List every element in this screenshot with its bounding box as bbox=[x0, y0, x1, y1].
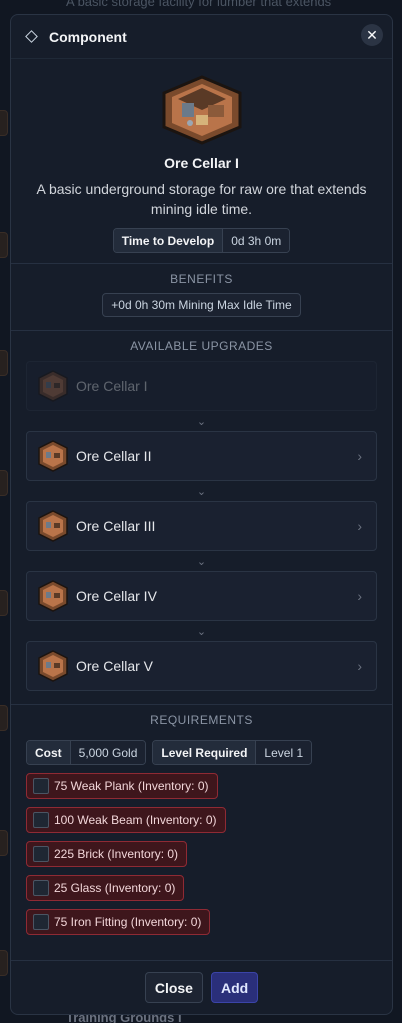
upgrade-item-ore-cellar-ii[interactable]: Ore Cellar II › bbox=[26, 431, 377, 481]
upgrade-item-ore-cellar-i: Ore Cellar I bbox=[26, 361, 377, 411]
chevron-down-icon: ⌄ bbox=[196, 485, 207, 498]
chevron-down-icon: ⌄ bbox=[196, 555, 207, 568]
ore-cellar-icon bbox=[38, 440, 68, 472]
background-building-icon bbox=[0, 110, 8, 136]
component-modal: Component ✕ Ore Cellar I A basic undergr… bbox=[10, 14, 393, 1015]
diamond-icon bbox=[25, 30, 38, 43]
chevron-down-icon: ⌄ bbox=[196, 415, 207, 428]
add-button[interactable]: Add bbox=[210, 972, 259, 1003]
material-text: 25 Glass (Inventory: 0) bbox=[54, 881, 176, 895]
upgrade-label: Ore Cellar IV bbox=[76, 588, 157, 604]
ore-cellar-icon bbox=[38, 580, 68, 612]
background-building-icon bbox=[0, 705, 8, 731]
material-requirement: 225 Brick (Inventory: 0) bbox=[26, 841, 188, 867]
close-button[interactable]: Close bbox=[144, 972, 203, 1003]
background-building-icon bbox=[0, 470, 8, 496]
modal-footer: Close Add bbox=[11, 960, 392, 1014]
material-requirement: 75 Weak Plank (Inventory: 0) bbox=[26, 773, 218, 799]
material-icon bbox=[33, 914, 49, 930]
material-text: 225 Brick (Inventory: 0) bbox=[54, 847, 179, 861]
close-icon[interactable]: ✕ bbox=[361, 24, 383, 46]
chevron-right-icon: › bbox=[357, 588, 362, 604]
material-requirements: 75 Weak Plank (Inventory: 0) 100 Weak Be… bbox=[11, 773, 392, 943]
item-summary: Ore Cellar I A basic underground storage… bbox=[11, 59, 392, 253]
modal-title: Component bbox=[49, 28, 127, 45]
item-description: A basic underground storage for raw ore … bbox=[36, 181, 367, 217]
chevron-down-icon: ⌄ bbox=[196, 625, 207, 638]
upgrades-list: Ore Cellar I ⌄ Ore Cellar II › ⌄ Ore Cel… bbox=[11, 361, 392, 691]
cost-chip: Cost 5,000 Gold bbox=[26, 740, 147, 765]
upgrades-heading: AVAILABLE UPGRADES bbox=[11, 330, 392, 353]
upgrade-label: Ore Cellar I bbox=[76, 378, 148, 394]
ore-cellar-icon bbox=[38, 510, 68, 542]
material-text: 75 Iron Fitting (Inventory: 0) bbox=[54, 915, 202, 929]
material-text: 75 Weak Plank (Inventory: 0) bbox=[54, 779, 209, 793]
level-required-chip: Level Required Level 1 bbox=[152, 740, 313, 765]
material-text: 100 Weak Beam (Inventory: 0) bbox=[54, 813, 217, 827]
upgrade-item-ore-cellar-iv[interactable]: Ore Cellar IV › bbox=[26, 571, 377, 621]
develop-time-label: Time to Develop bbox=[113, 229, 223, 252]
upgrade-item-ore-cellar-v[interactable]: Ore Cellar V › bbox=[26, 641, 377, 691]
background-building-icon bbox=[0, 232, 8, 258]
requirements-heading: REQUIREMENTS bbox=[11, 704, 392, 727]
material-icon bbox=[33, 812, 49, 828]
chevron-right-icon: › bbox=[357, 448, 362, 464]
level-required-value: Level 1 bbox=[255, 741, 312, 764]
item-name: Ore Cellar I bbox=[164, 155, 239, 171]
material-requirement: 25 Glass (Inventory: 0) bbox=[26, 875, 185, 901]
upgrade-label: Ore Cellar III bbox=[76, 518, 156, 534]
chevron-right-icon: › bbox=[357, 518, 362, 534]
cost-label: Cost bbox=[27, 741, 70, 764]
develop-time-value: 0d 3h 0m bbox=[222, 229, 290, 252]
background-building-icon bbox=[0, 830, 8, 856]
upgrade-item-ore-cellar-iii[interactable]: Ore Cellar III › bbox=[26, 501, 377, 551]
background-building-icon bbox=[0, 350, 8, 376]
chevron-right-icon: › bbox=[357, 658, 362, 674]
upgrade-label: Ore Cellar V bbox=[76, 658, 154, 674]
ore-cellar-icon bbox=[38, 370, 68, 402]
background-building-icon bbox=[0, 590, 8, 616]
material-icon bbox=[33, 846, 49, 862]
cost-value: 5,000 Gold bbox=[69, 741, 146, 764]
background-description: A basic storage facility for lumber that… bbox=[66, 0, 332, 9]
level-required-label: Level Required bbox=[153, 741, 256, 764]
benefit-chip: +0d 0h 30m Mining Max Idle Time bbox=[102, 293, 301, 317]
background-building-icon bbox=[0, 950, 8, 976]
material-requirement: 75 Iron Fitting (Inventory: 0) bbox=[26, 909, 211, 935]
material-icon bbox=[33, 880, 49, 896]
benefits-heading: BENEFITS bbox=[11, 263, 392, 286]
modal-header: Component ✕ bbox=[11, 15, 392, 59]
ore-cellar-icon bbox=[162, 75, 241, 145]
material-requirement: 100 Weak Beam (Inventory: 0) bbox=[26, 807, 226, 833]
develop-time-chip: Time to Develop 0d 3h 0m bbox=[112, 228, 291, 253]
upgrade-label: Ore Cellar II bbox=[76, 448, 152, 464]
material-icon bbox=[33, 778, 49, 794]
ore-cellar-icon bbox=[38, 650, 68, 682]
